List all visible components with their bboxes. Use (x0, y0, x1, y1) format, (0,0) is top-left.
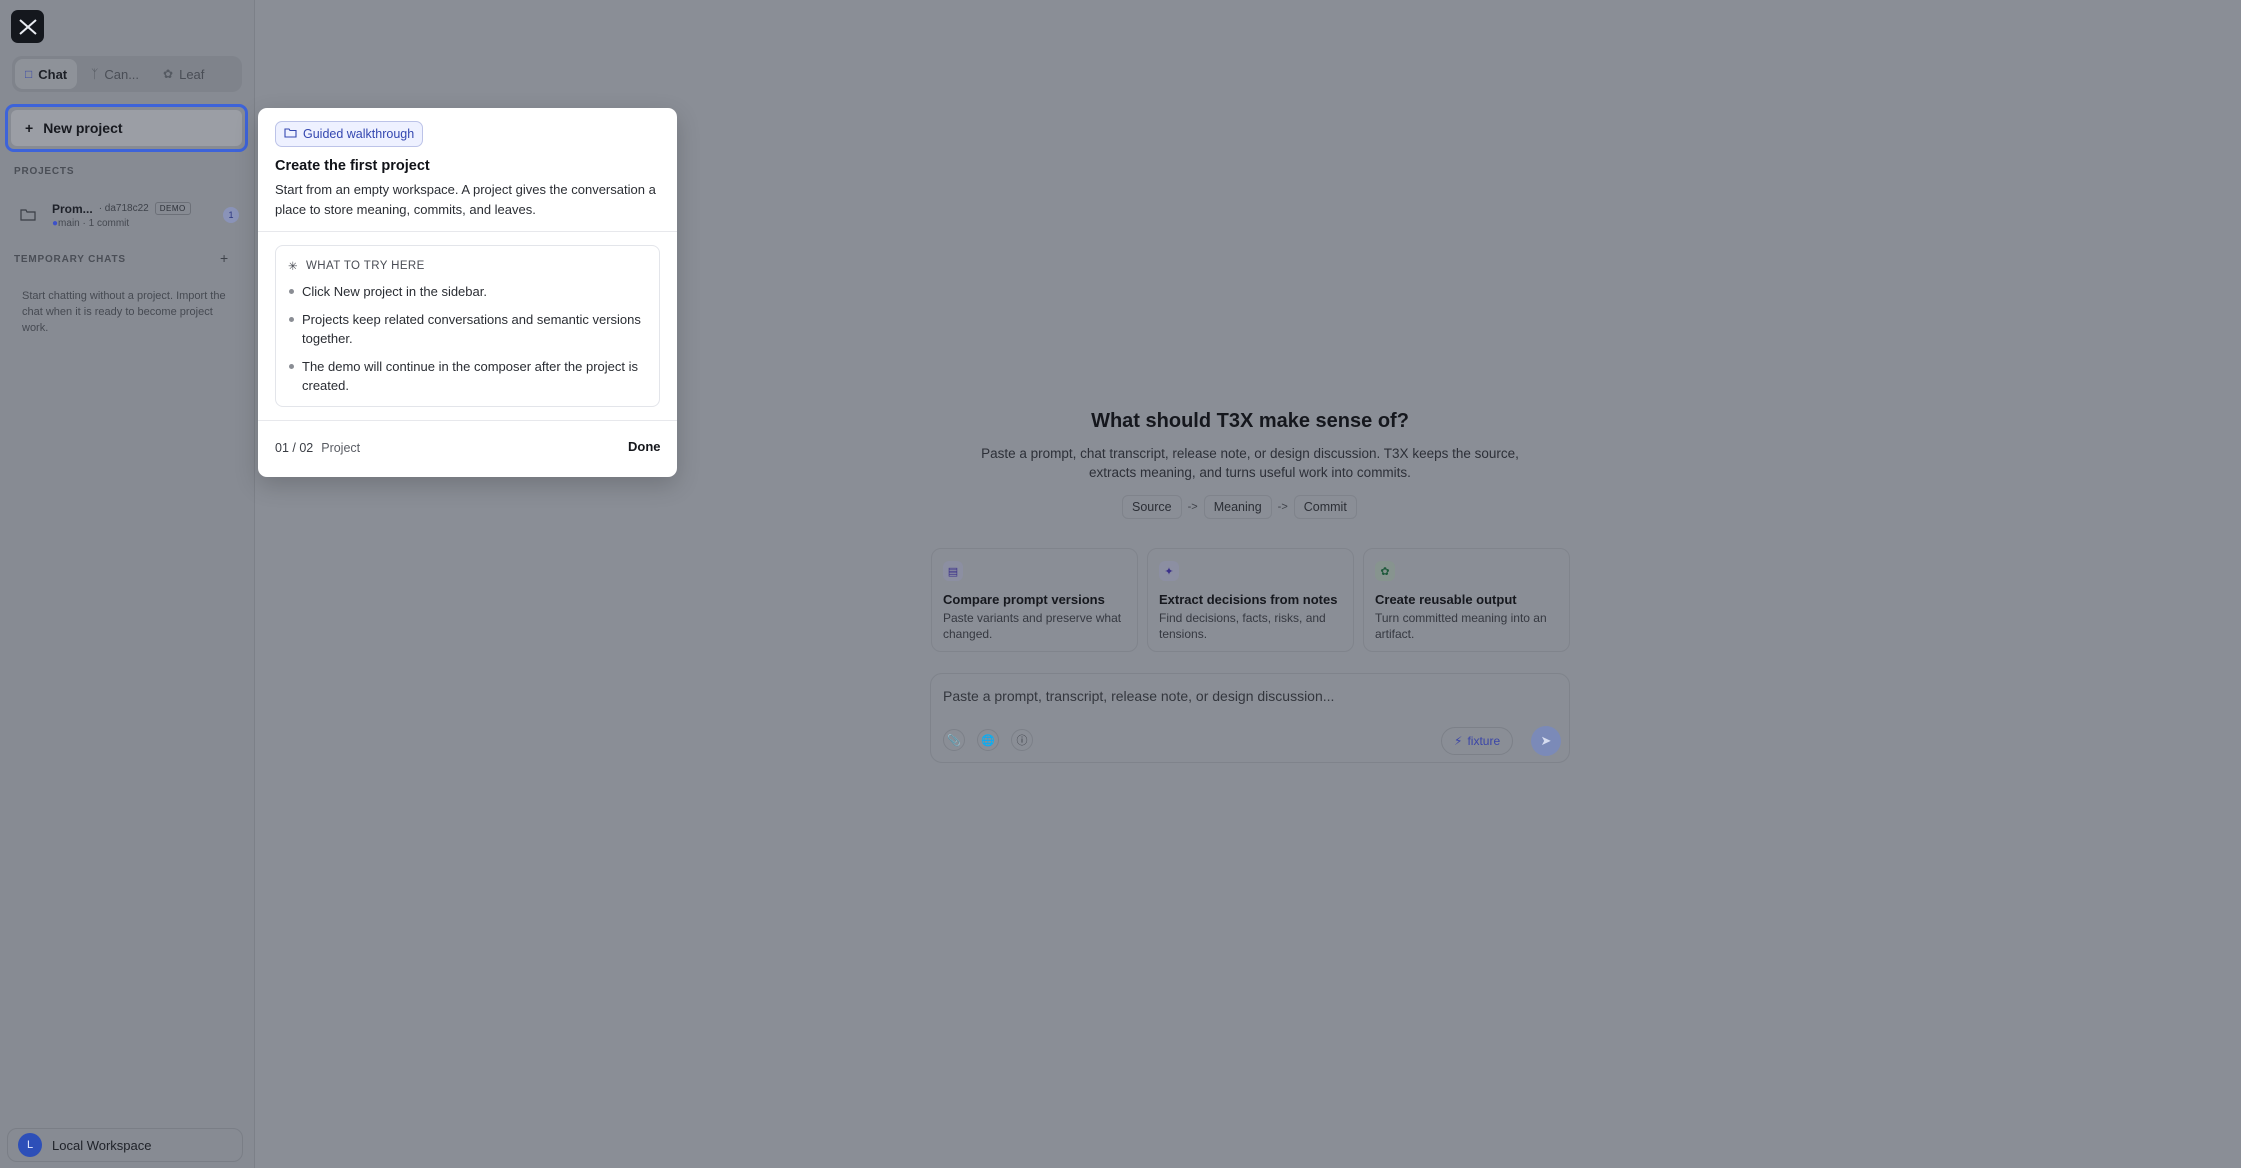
step-label: Project (321, 441, 361, 455)
plus-icon: + (25, 120, 34, 136)
project-name-line: Prom... · da718c22 DEMO (52, 202, 191, 216)
sidebar: □ Chat ᛉ Can... ✿ Leaf + New project PRO… (0, 0, 255, 1168)
tab-leaf-label: Leaf (179, 66, 205, 82)
step-indicator: 01 / 02 Project (275, 441, 360, 455)
flow-arrow: -> (1187, 501, 1198, 513)
new-project-label: New project (43, 120, 123, 136)
list-item: Click New project in the sidebar. (289, 282, 649, 301)
project-hash: · da718c22 (98, 203, 149, 214)
tab-canvas-label: Can... (104, 66, 140, 82)
flow-arrow: -> (1277, 501, 1288, 513)
card-title: Create reusable output (1375, 592, 1517, 607)
card-desc: Turn committed meaning into an artifact. (1375, 611, 1547, 641)
page-subtitle: Paste a prompt, chat transcript, release… (981, 446, 1519, 480)
project-text: Prom... · da718c22 DEMO ●main · 1 commit (52, 202, 191, 229)
avatar: L (18, 1133, 42, 1157)
mode-tabs: □ Chat ᛉ Can... ✿ Leaf (12, 56, 242, 92)
suggestion-cards: ▤ Compare prompt versions Paste variants… (931, 548, 1570, 652)
divider (258, 231, 677, 232)
what-to-try-box: ✳ WHAT TO TRY HERE Click New project in … (275, 245, 660, 407)
what-to-try-heading: ✳ WHAT TO TRY HERE (288, 259, 425, 273)
list-item-text: Projects keep related conversations and … (302, 312, 641, 346)
card-desc: Find decisions, facts, risks, and tensio… (1159, 611, 1326, 641)
new-project-button[interactable]: + New project (5, 104, 248, 152)
bullet (289, 289, 294, 294)
x-logo-icon (18, 18, 37, 35)
project-commits: · 1 commit (82, 217, 130, 229)
project-item[interactable]: Prom... · da718c22 DEMO ●main · 1 commit… (10, 198, 243, 232)
tab-chat[interactable]: □ Chat (15, 59, 78, 89)
demo-badge: DEMO (154, 202, 191, 215)
list-item-text: The demo will continue in the composer a… (302, 359, 639, 393)
walkthrough-popover: Guided walkthrough Create the first proj… (258, 108, 677, 477)
walkthrough-badge-label: Guided walkthrough (303, 127, 415, 141)
temporary-chats-heading: TEMPORARY CHATS (14, 254, 126, 265)
list-item: Projects keep related conversations and … (289, 310, 649, 348)
chat-bubble-icon: □ (25, 67, 33, 81)
document-icon: ▤ (943, 561, 963, 581)
sparkle-icon: ✳ (288, 261, 299, 273)
leaf-icon: ✿ (163, 67, 174, 81)
project-meta: ●main · 1 commit (52, 218, 191, 229)
info-icon[interactable]: ⓘ (1011, 729, 1033, 751)
workspace-label: Local Workspace (52, 1137, 152, 1153)
tab-chat-label: Chat (38, 66, 68, 82)
card-title: Extract decisions from notes (1159, 592, 1338, 607)
composer-input[interactable] (943, 688, 1543, 704)
what-to-try-label: WHAT TO TRY HERE (306, 260, 425, 272)
project-branch: main (58, 217, 80, 229)
page-title: What should T3X make sense of? (1091, 410, 1409, 432)
popover-title: Create the first project (275, 158, 430, 174)
fixture-button[interactable]: ⚡ fixture (1441, 727, 1514, 755)
globe-icon[interactable]: 🌐 (977, 729, 999, 751)
folder-icon (20, 207, 40, 224)
new-project-inner[interactable]: + New project (11, 110, 242, 146)
flow-source: Source (1122, 495, 1182, 519)
card-desc: Paste variants and preserve what changed… (943, 611, 1122, 641)
bullet (289, 317, 294, 322)
app-logo[interactable] (11, 10, 44, 43)
done-button[interactable]: Done (628, 439, 661, 454)
popover-description: Start from an empty workspace. A project… (275, 182, 656, 217)
tab-canvas[interactable]: ᛉ Can... (81, 59, 149, 89)
projects-heading: PROJECTS (14, 166, 75, 177)
divider (258, 420, 677, 421)
send-icon: ➤ (1540, 733, 1552, 748)
add-temporary-chat-icon[interactable]: + (220, 250, 228, 266)
card-compare-prompts[interactable]: ▤ Compare prompt versions Paste variants… (931, 548, 1138, 652)
branch-icon: ᛉ (91, 67, 99, 81)
step-count: 01 / 02 (275, 441, 314, 455)
card-reusable-output[interactable]: ✿ Create reusable output Turn committed … (1363, 548, 1570, 652)
temporary-chats-hint: Start chatting without a project. Import… (22, 290, 226, 334)
list-item: The demo will continue in the composer a… (289, 357, 649, 395)
card-title: Compare prompt versions (943, 592, 1105, 607)
folder-icon (284, 127, 297, 141)
leaf-icon: ✿ (1375, 561, 1395, 581)
list-item-text: Click New project in the sidebar. (302, 284, 487, 299)
attach-icon[interactable]: 📎 (943, 729, 965, 751)
lightning-icon: ⚡ (1454, 734, 1463, 748)
workspace-switcher[interactable]: L Local Workspace (7, 1128, 243, 1162)
sparkle-icon: ✦ (1159, 561, 1179, 581)
walkthrough-badge: Guided walkthrough (275, 121, 424, 147)
send-button[interactable]: ➤ (1531, 726, 1561, 756)
bullet (289, 364, 294, 369)
project-name: Prom... (52, 201, 93, 216)
card-extract-decisions[interactable]: ✦ Extract decisions from notes Find deci… (1147, 548, 1354, 652)
flow-steps: Source -> Meaning -> Commit (1122, 495, 1357, 519)
tab-leaf[interactable]: ✿ Leaf (153, 59, 214, 89)
composer: 📎 🌐 ⓘ ⚡ fixture ➤ (930, 673, 1570, 763)
fixture-label: fixture (1467, 734, 1501, 748)
flow-meaning: Meaning (1203, 495, 1272, 519)
flow-commit: Commit (1293, 495, 1357, 519)
project-count-badge: 1 (223, 207, 239, 223)
